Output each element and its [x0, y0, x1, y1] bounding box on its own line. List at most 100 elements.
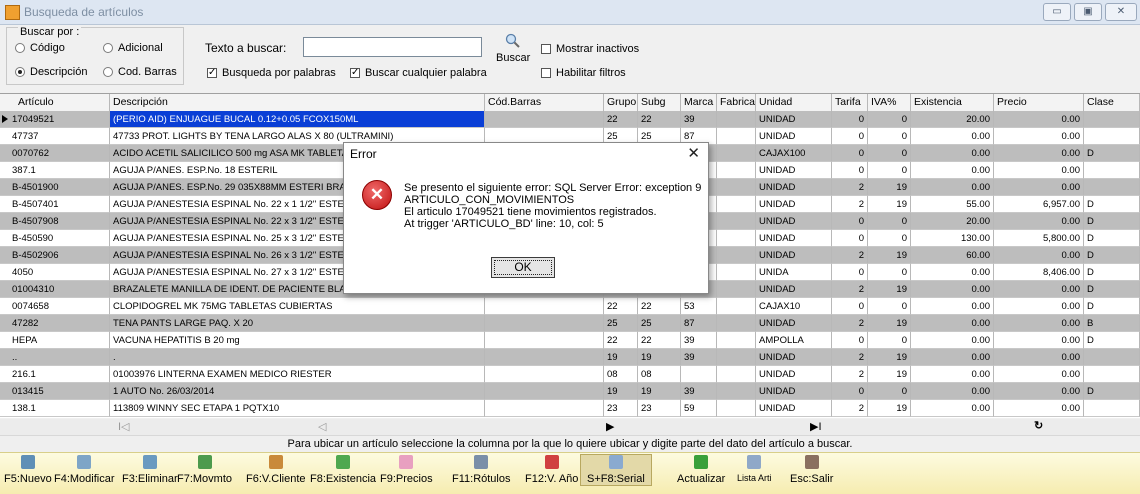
radio-cod-barras[interactable]: Cod. Barras — [103, 66, 177, 78]
toolbar-movement-button[interactable]: F7:Movmto — [177, 455, 232, 485]
table-cell[interactable] — [717, 264, 756, 281]
table-cell[interactable]: UNIDAD — [756, 366, 832, 383]
table-cell[interactable]: 0.00 — [994, 162, 1084, 179]
table-cell[interactable]: D — [1084, 281, 1140, 298]
column-header-subg[interactable]: Subg — [638, 94, 681, 111]
table-cell[interactable]: 0.00 — [911, 349, 994, 366]
table-cell[interactable]: 39 — [681, 383, 717, 400]
table-cell[interactable]: UNIDAD — [756, 179, 832, 196]
table-cell[interactable]: 2 — [832, 366, 868, 383]
table-cell[interactable]: 0 — [868, 332, 911, 349]
table-cell[interactable]: 0.00 — [994, 366, 1084, 383]
nav-next-button[interactable]: ▶ — [606, 420, 614, 433]
table-cell[interactable]: 0.00 — [994, 281, 1084, 298]
table-cell[interactable]: 19 — [638, 349, 681, 366]
table-cell[interactable] — [1084, 111, 1140, 128]
radio-descripcion-dot[interactable] — [15, 67, 25, 77]
table-cell[interactable]: 39 — [681, 332, 717, 349]
table-cell[interactable]: 22 — [638, 111, 681, 128]
table-cell[interactable]: 2 — [832, 247, 868, 264]
column-header-unidad[interactable]: Unidad — [756, 94, 832, 111]
table-cell[interactable]: CAJAX10 — [756, 298, 832, 315]
table-cell[interactable]: 5,800.00 — [994, 230, 1084, 247]
table-cell[interactable]: 4050 — [0, 264, 110, 281]
table-cell[interactable]: (PERIO AID) ENJUAGUE BUCAL 0.12+0.05 FCO… — [110, 111, 485, 128]
table-cell[interactable]: 0.00 — [994, 315, 1084, 332]
chk-busqueda-palabras[interactable]: ✓ Busqueda por palabras — [207, 67, 336, 79]
table-cell[interactable]: 0 — [832, 298, 868, 315]
table-cell[interactable]: 19 — [868, 281, 911, 298]
toolbar-year-button[interactable]: F12:V. Año — [525, 455, 578, 485]
table-cell[interactable]: 0.00 — [911, 315, 994, 332]
table-cell[interactable]: B — [1084, 315, 1140, 332]
table-cell[interactable]: 25 — [604, 315, 638, 332]
table-cell[interactable] — [717, 383, 756, 400]
table-cell[interactable]: 0 — [868, 230, 911, 247]
table-cell[interactable] — [485, 298, 604, 315]
table-cell[interactable]: 113809 WINNY SEC ETAPA 1 PQTX10 — [110, 400, 485, 417]
column-header-grupo[interactable]: Grupo — [604, 94, 638, 111]
table-cell[interactable] — [485, 400, 604, 417]
toolbar-exit-button[interactable]: Esc:Salir — [790, 455, 833, 485]
table-cell[interactable]: 47282 — [0, 315, 110, 332]
table-cell[interactable]: 23 — [638, 400, 681, 417]
table-cell[interactable] — [717, 213, 756, 230]
table-cell[interactable]: 0.00 — [911, 281, 994, 298]
toolbar-list-button[interactable]: Lista Arti — [737, 455, 772, 483]
table-cell[interactable]: D — [1084, 332, 1140, 349]
table-cell[interactable]: 6,957.00 — [994, 196, 1084, 213]
table-cell[interactable]: 0.00 — [994, 111, 1084, 128]
table-cell[interactable]: 0.00 — [911, 145, 994, 162]
table-cell[interactable]: 22 — [604, 298, 638, 315]
search-button[interactable]: Buscar — [496, 33, 530, 73]
toolbar-prices-button[interactable]: F9:Precios — [380, 455, 433, 485]
table-cell[interactable]: 19 — [868, 400, 911, 417]
radio-cod-barras-dot[interactable] — [103, 67, 113, 77]
toolbar-serial-button[interactable]: S+F8:Serial — [580, 454, 652, 486]
close-window-button[interactable]: ✕ — [1105, 3, 1137, 21]
dialog-close-button[interactable]: ✕ — [687, 144, 700, 162]
table-cell[interactable]: 0 — [832, 162, 868, 179]
table-cell[interactable]: 0.00 — [994, 128, 1084, 145]
table-cell[interactable]: 08 — [638, 366, 681, 383]
table-cell[interactable]: AMPOLLA — [756, 332, 832, 349]
table-cell[interactable]: D — [1084, 145, 1140, 162]
table-cell[interactable]: 0.00 — [994, 298, 1084, 315]
table-cell[interactable]: TENA PANTS LARGE PAQ. X 20 — [110, 315, 485, 332]
table-cell[interactable]: 0.00 — [994, 213, 1084, 230]
toolbar-refresh-button[interactable]: Actualizar — [677, 455, 725, 485]
table-row[interactable]: 138.1 113809 WINNY SEC ETAPA 1 PQTX10 23 23… — [0, 400, 1140, 417]
table-cell[interactable] — [717, 366, 756, 383]
table-cell[interactable]: 130.00 — [911, 230, 994, 247]
table-cell[interactable]: 0.00 — [911, 128, 994, 145]
radio-codigo[interactable]: Código — [15, 42, 65, 54]
table-row[interactable]: 0074658 CLOPIDOGREL MK 75MG TABLETAS CUBI… — [0, 298, 1140, 315]
table-cell[interactable]: 60.00 — [911, 247, 994, 264]
table-cell[interactable] — [485, 366, 604, 383]
table-cell[interactable]: 0.00 — [994, 145, 1084, 162]
table-cell[interactable]: 216.1 — [0, 366, 110, 383]
column-header-precio[interactable]: Precio — [994, 94, 1084, 111]
table-cell[interactable]: 47737 — [0, 128, 110, 145]
table-cell[interactable]: 0 — [868, 298, 911, 315]
table-cell[interactable]: 0.00 — [994, 349, 1084, 366]
table-cell[interactable]: 01003976 LINTERNA EXAMEN MEDICO RIESTER — [110, 366, 485, 383]
table-cell[interactable]: 2 — [832, 196, 868, 213]
table-cell[interactable]: 19 — [604, 383, 638, 400]
table-cell[interactable]: 19 — [868, 315, 911, 332]
table-cell[interactable]: 0.00 — [911, 332, 994, 349]
table-cell[interactable]: 20.00 — [911, 111, 994, 128]
table-cell[interactable]: B-4507401 — [0, 196, 110, 213]
chk-habilitar-filtros[interactable]: Habilitar filtros — [541, 67, 626, 79]
table-cell[interactable]: 0.00 — [911, 264, 994, 281]
column-header-iva[interactable]: IVA% — [868, 94, 911, 111]
table-cell[interactable]: UNIDAD — [756, 230, 832, 247]
table-cell[interactable]: 0.00 — [911, 162, 994, 179]
chk-buscar-cualquier[interactable]: ✓ Buscar cualquier palabra — [350, 67, 487, 79]
toolbar-new-button[interactable]: F5:Nuevo — [4, 455, 52, 485]
table-cell[interactable]: 23 — [604, 400, 638, 417]
table-cell[interactable]: 0.00 — [994, 179, 1084, 196]
nav-last-button[interactable]: ▶I — [810, 420, 822, 433]
chk-habilitar-filtros-box[interactable] — [541, 68, 551, 78]
table-cell[interactable]: UNIDAD — [756, 213, 832, 230]
